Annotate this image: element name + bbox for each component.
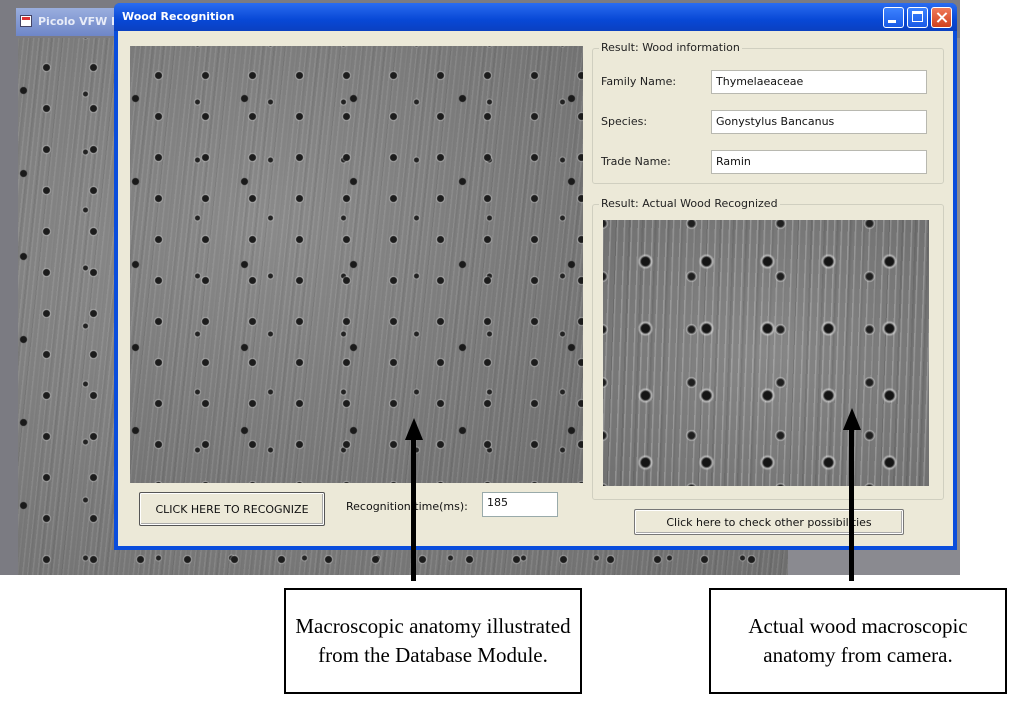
close-icon[interactable] [931, 7, 952, 28]
species-field[interactable]: Gonystylus Bancanus [711, 110, 927, 134]
actual-wood-group: Result: Actual Wood Recognized [592, 197, 944, 500]
database-wood-image [130, 46, 583, 483]
app-icon [20, 15, 32, 27]
camera-caption: Actual wood macroscopic anatomy from cam… [709, 588, 1007, 694]
database-caption: Macroscopic anatomy illustrated from the… [284, 588, 582, 694]
camera-arrow-head [843, 408, 861, 430]
wood-information-legend: Result: Wood information [599, 41, 742, 54]
family-name-field[interactable]: Thymelaeaceae [711, 70, 927, 94]
camera-arrow-shaft [849, 428, 854, 581]
dialog-title: Wood Recognition [122, 10, 235, 23]
family-name-label: Family Name: [601, 75, 677, 88]
minimize-icon[interactable] [883, 7, 904, 28]
database-caption-text: Macroscopic anatomy illustrated from the… [295, 614, 571, 667]
maximize-icon[interactable] [907, 7, 928, 28]
background-window-title: Picolo VFW D [38, 15, 121, 28]
recognition-time-field[interactable]: 185 [482, 492, 558, 517]
dialog-client-area: CLICK HERE TO RECOGNIZE Recognition time… [118, 31, 953, 546]
species-label: Species: [601, 115, 648, 128]
database-arrow-shaft [411, 438, 416, 581]
database-arrow-head [405, 418, 423, 440]
background-window-titlebar[interactable]: Picolo VFW D [16, 8, 126, 36]
camera-wood-image [603, 220, 929, 486]
other-possibilities-button[interactable]: Click here to check other possibilities [634, 509, 904, 535]
actual-wood-legend: Result: Actual Wood Recognized [599, 197, 780, 210]
camera-caption-text: Actual wood macroscopic anatomy from cam… [748, 614, 968, 667]
recognition-time-label: Recognition time(ms): [346, 500, 468, 513]
wood-recognition-dialog: Wood Recognition CLICK HERE TO RECOGNIZE… [114, 3, 957, 550]
wood-information-group: Result: Wood information Family Name: Th… [592, 41, 944, 184]
dialog-titlebar[interactable]: Wood Recognition [114, 3, 957, 31]
trade-name-label: Trade Name: [601, 155, 671, 168]
trade-name-field[interactable]: Ramin [711, 150, 927, 174]
recognize-button[interactable]: CLICK HERE TO RECOGNIZE [139, 492, 325, 526]
